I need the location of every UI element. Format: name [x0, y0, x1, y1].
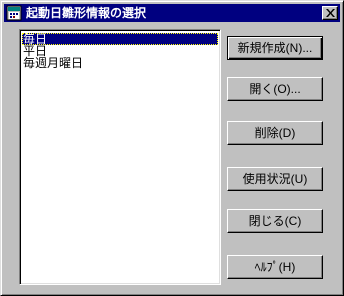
usage-button-label: 使用状況(U) [242, 172, 308, 186]
open-button-label: 開く(O)... [249, 82, 301, 96]
help-button-label: ﾍﾙﾌﾟ(H) [254, 260, 296, 274]
dialog-window: 起動日雛形情報の選択 毎日 平日 毎週月曜日 新規作成(N)... 開く(O).… [0, 0, 344, 296]
close-window-button[interactable] [322, 6, 338, 20]
new-button-label: 新規作成(N)... [237, 41, 313, 55]
delete-button-label: 削除(D) [254, 126, 296, 140]
list-item[interactable]: 毎週月曜日 [22, 57, 218, 69]
close-button[interactable]: 閉じる(C) [227, 209, 323, 233]
new-button[interactable]: 新規作成(N)... [227, 36, 323, 60]
title-bar[interactable]: 起動日雛形情報の選択 [4, 4, 340, 22]
window-title: 起動日雛形情報の選択 [26, 6, 147, 20]
open-button[interactable]: 開く(O)... [227, 77, 323, 101]
close-icon [326, 9, 335, 17]
help-button[interactable]: ﾍﾙﾌﾟ(H) [227, 255, 323, 279]
usage-button[interactable]: 使用状況(U) [227, 167, 323, 191]
calendar-app-icon [6, 5, 22, 21]
delete-button[interactable]: 削除(D) [227, 121, 323, 145]
template-listbox[interactable]: 毎日 平日 毎週月曜日 [19, 29, 221, 285]
list-item[interactable]: 毎日 [22, 33, 218, 45]
close-button-label: 閉じる(C) [248, 214, 302, 228]
